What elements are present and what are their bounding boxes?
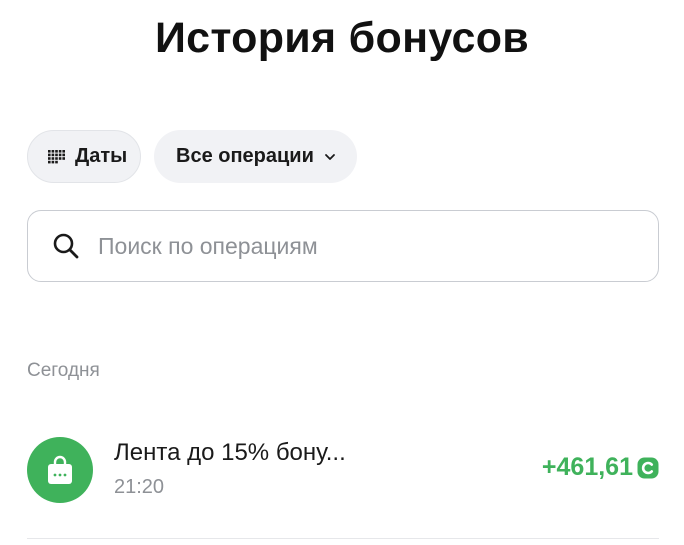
list-divider <box>27 538 659 539</box>
operation-amount-value: +461,61 <box>541 453 633 481</box>
shopping-bag-icon <box>48 455 72 484</box>
dates-filter-label: Даты <box>75 145 128 167</box>
merchant-avatar <box>27 437 93 503</box>
operation-amount: +461,61 <box>542 453 659 482</box>
dates-filter-button[interactable]: Даты <box>27 130 141 183</box>
operation-list-item[interactable]: Лента до 15% бону... 21:20 +461,61 <box>27 433 659 505</box>
operation-time: 21:20 <box>114 476 165 498</box>
search-input[interactable]: Поиск по операциям <box>98 233 318 260</box>
page-title: История бонусов <box>154 14 530 62</box>
operation-title: Лента до 15% бону... <box>114 439 346 466</box>
chevron-down-icon <box>324 153 335 160</box>
search-icon <box>53 233 79 259</box>
section-date-label: Сегодня <box>27 360 100 381</box>
search-field[interactable]: Поиск по операциям <box>27 210 659 282</box>
bonus-coin-icon <box>637 457 659 478</box>
operations-filter-dropdown[interactable]: Все операции <box>154 130 357 183</box>
operations-filter-label: Все операции <box>176 145 314 167</box>
calendar-grid-icon <box>48 149 65 163</box>
